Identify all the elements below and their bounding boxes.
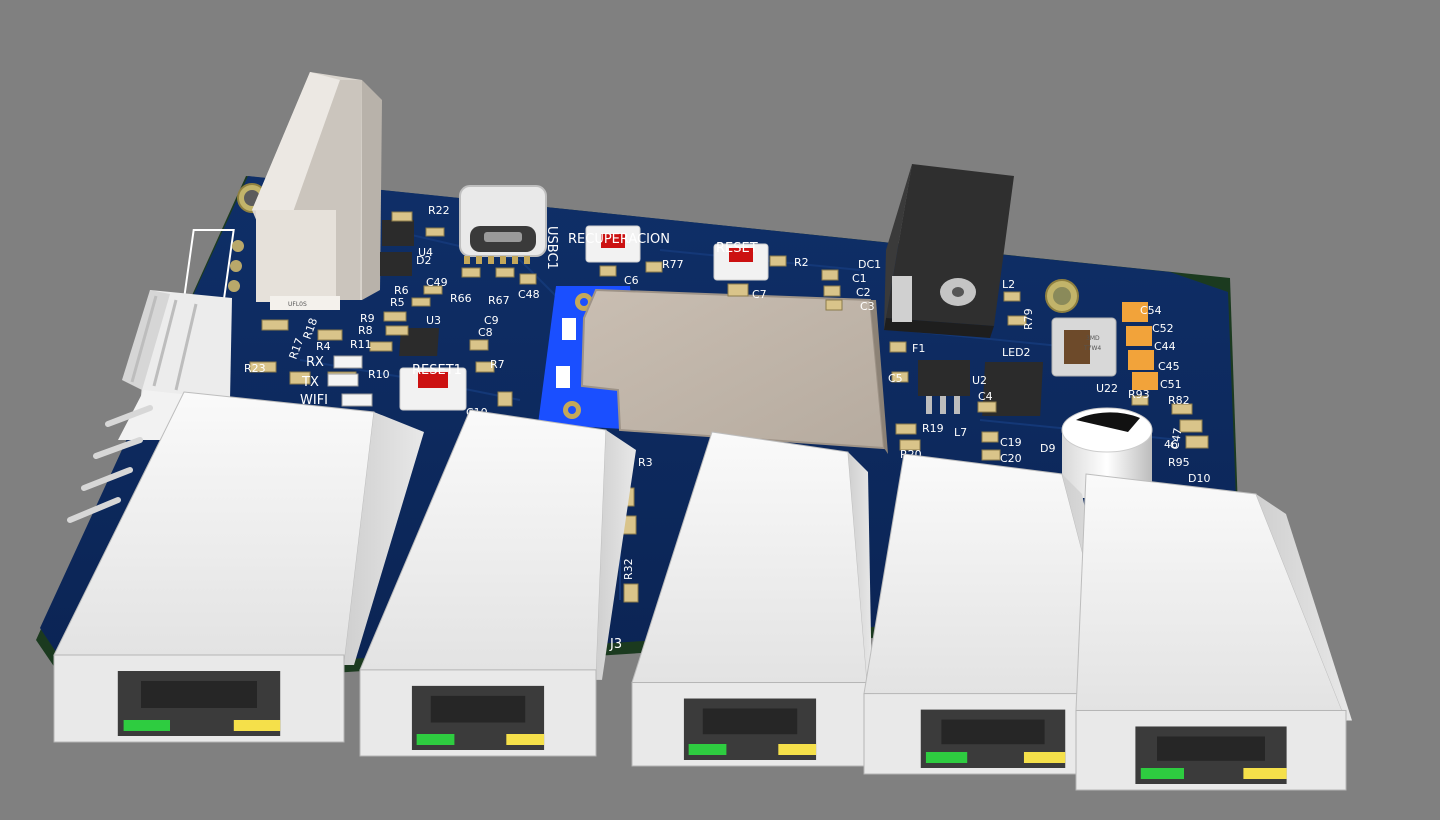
refdes-c1: C1 xyxy=(852,272,867,285)
usb-a-connector: UFL0S xyxy=(252,72,382,310)
refdes-r3: R3 xyxy=(638,456,653,469)
rj45-led-green xyxy=(1140,768,1184,779)
refdes-c48: C48 xyxy=(518,288,540,301)
rj45-latch-slot xyxy=(430,695,526,723)
inductor-mark-1: 3MD xyxy=(1086,335,1100,342)
pcb-3d-render: UFL0S USBC1 RECUPERACION RESET RESET1 3M… xyxy=(36,72,1352,791)
rj45-led-green xyxy=(925,752,968,763)
refdes-r5: R5 xyxy=(390,296,405,309)
refdes-r19: R19 xyxy=(922,422,944,435)
refdes-c45: C45 xyxy=(1158,360,1180,373)
refdes-c20: C20 xyxy=(1000,452,1022,465)
refdes-c52: C52 xyxy=(1152,322,1174,335)
wifi-module-shield xyxy=(580,288,886,450)
reset-label-top: RESET xyxy=(716,241,758,256)
refdes-r2: R2 xyxy=(794,256,809,269)
refdes-r4: R4 xyxy=(316,340,331,353)
usb-c-connector xyxy=(459,185,547,264)
refdes-r79: R79 xyxy=(1022,308,1035,330)
refdes-c6: C6 xyxy=(624,274,639,287)
refdes-r67: R67 xyxy=(488,294,510,307)
rj45-led-yellow xyxy=(506,734,545,745)
rj45-latch-slot xyxy=(702,708,798,735)
led-rx xyxy=(333,355,363,369)
rj45-latch-slot xyxy=(141,681,257,708)
refdes-r22: R22 xyxy=(428,204,450,217)
refdes-c4: C4 xyxy=(978,390,993,403)
recovery-label: RECUPERACION xyxy=(568,232,670,247)
rj45-latch-slot xyxy=(1157,736,1265,761)
refdes-r6: R6 xyxy=(394,284,409,297)
usb-c-label: USBC1 xyxy=(544,226,559,270)
refdes-r82: R82 xyxy=(1168,394,1190,407)
refdes-c3: C3 xyxy=(860,300,875,313)
rj45-led-green xyxy=(416,734,455,745)
label-f1: F1 xyxy=(912,342,925,355)
refdes-c2: C2 xyxy=(856,286,871,299)
rj45-led-yellow xyxy=(1243,768,1287,779)
label-l2: L2 xyxy=(1002,278,1015,291)
label-l7: L7 xyxy=(954,426,967,439)
refdes-c8: C8 xyxy=(478,326,493,339)
refdes-r11: R11 xyxy=(350,338,372,351)
refdes-c49: C49 xyxy=(426,276,448,289)
rj45-led-yellow xyxy=(778,744,817,755)
rj45-led-green xyxy=(688,744,727,755)
refdes-c5: C5 xyxy=(888,372,903,385)
refdes-r66: R66 xyxy=(450,292,472,305)
refdes-r10: R10 xyxy=(368,368,390,381)
label-led-tx: TX xyxy=(301,375,319,390)
refdes-c54: C54 xyxy=(1140,304,1162,317)
refdes-r77: R77 xyxy=(662,258,684,271)
label-led-rx: RX xyxy=(306,355,324,370)
ic-d2 xyxy=(380,252,412,276)
refdes-r93: R93 xyxy=(1128,388,1150,401)
refdes-c9: C9 xyxy=(484,314,499,327)
rj45-led-yellow xyxy=(1023,752,1066,763)
refdes-c19: C19 xyxy=(1000,436,1022,449)
led-tx xyxy=(327,373,359,387)
rj45-led-yellow xyxy=(233,720,281,731)
label-u22: U22 xyxy=(1096,382,1118,395)
refdes-c51: C51 xyxy=(1160,378,1182,391)
rj45-led-green xyxy=(123,720,170,731)
label-u3: U3 xyxy=(426,314,441,327)
refdes-c44: C44 xyxy=(1154,340,1176,353)
ic-u4 xyxy=(382,220,414,246)
refdes-r7: R7 xyxy=(490,358,505,371)
label-j3: J3 xyxy=(609,637,622,652)
label-led2: LED2 xyxy=(1002,346,1031,359)
label-dc1: DC1 xyxy=(858,258,881,271)
reset-label-mid: RESET1 xyxy=(412,363,462,378)
inductor-mark-2: T7W4 xyxy=(1083,345,1101,352)
rj45-latch-slot xyxy=(941,719,1045,745)
power-inductor: 3MD T7W4 xyxy=(1051,317,1117,377)
label-u2: U2 xyxy=(972,374,987,387)
label-d10: D10 xyxy=(1188,472,1210,485)
label-d2: D2 xyxy=(416,254,431,267)
refdes-r95: R95 xyxy=(1168,456,1190,469)
refdes-c7: C7 xyxy=(752,288,767,301)
rj45-port-5[interactable] xyxy=(1075,473,1352,791)
refdes-r32: R32 xyxy=(622,558,635,580)
refdes-r8: R8 xyxy=(358,324,373,337)
svg-text:UFL0S: UFL0S xyxy=(288,301,307,308)
label-d9: D9 xyxy=(1040,442,1055,455)
refdes-r23: R23 xyxy=(244,362,266,375)
refdes-c46: 46 xyxy=(1164,438,1178,451)
led-wifi xyxy=(341,393,373,407)
dc-barrel-jack xyxy=(884,164,1014,338)
